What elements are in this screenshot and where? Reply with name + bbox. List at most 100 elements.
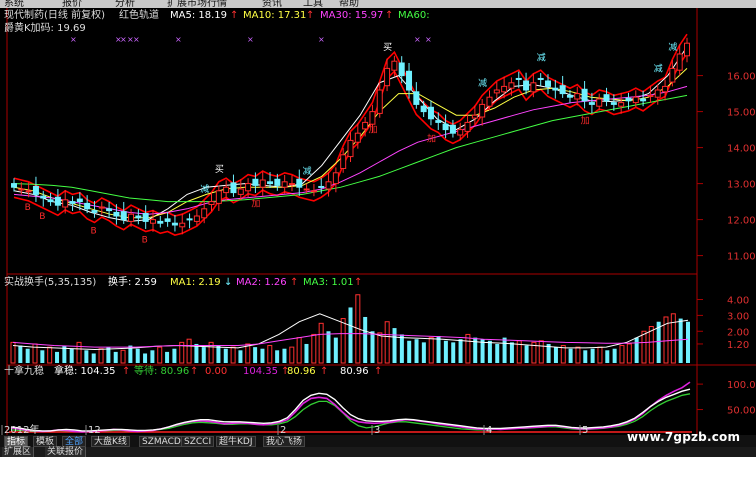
volume-bar <box>524 345 529 363</box>
candle-body <box>369 111 376 125</box>
x-marker-6: × <box>247 35 254 44</box>
signal-marker-stop-3: B <box>142 235 148 245</box>
volume-bar <box>377 332 383 364</box>
candle-body <box>281 181 288 188</box>
candle-body <box>142 212 149 222</box>
signal-marker-add-10: 加 <box>427 134 436 145</box>
menu-item-extended-market[interactable]: 扩展市场行情 <box>167 0 227 8</box>
candle-body <box>501 85 508 93</box>
volume-bar <box>502 337 507 363</box>
candle-body <box>113 211 120 217</box>
menu-bar: 系统 报价 分析 扩展市场行情 资讯 工具 帮助 <box>0 0 756 8</box>
candle-body <box>310 190 317 193</box>
ma10-legend: MA10: 17.31 <box>243 10 306 21</box>
candle-body <box>25 190 32 193</box>
candle-body <box>420 105 427 113</box>
price-tick-label-1: 12.00 <box>727 216 756 227</box>
signal-marker-add-8: 加 <box>368 125 377 136</box>
tab-index-kline[interactable]: 大盘K线 <box>91 436 130 447</box>
volume-bar <box>414 339 419 363</box>
volume-bar <box>670 313 676 364</box>
tab-all[interactable]: 全部 <box>62 436 87 447</box>
candle-body <box>259 179 266 188</box>
candle-body <box>288 183 295 186</box>
tab-indicator[interactable]: 指标 <box>4 436 29 447</box>
volume-bar <box>201 347 206 363</box>
volume-bar <box>253 347 258 363</box>
volume-bar <box>150 350 155 363</box>
volume-bar <box>120 349 126 364</box>
volume-bar <box>260 348 265 363</box>
volume-bar <box>597 346 603 364</box>
tab-extension-area[interactable]: 扩展区 <box>2 447 35 457</box>
volume-bar <box>399 334 404 363</box>
ma10-arrow: ↑ <box>306 10 314 21</box>
bottom-blank <box>0 457 756 487</box>
volume-bar <box>407 340 412 363</box>
tab-super-kdj[interactable]: 超牛KDJ <box>216 436 256 447</box>
watermark: www.7gpzb.com <box>627 430 741 444</box>
volume-bar <box>465 333 471 364</box>
volume-bar <box>282 348 287 363</box>
price-tick-label-5: 16.00 <box>727 72 756 83</box>
candle-body <box>508 82 515 89</box>
menu-item-help[interactable]: 帮助 <box>339 0 359 8</box>
volume-bar <box>421 342 426 363</box>
volume-bar <box>678 318 683 363</box>
candle-body <box>245 183 252 192</box>
ma5-arrow: ↑ <box>230 10 238 21</box>
menu-item-news[interactable]: 资讯 <box>262 0 282 8</box>
stock-chart[interactable]: 现代制药(日线 前复权) 红色轨道 MA5: 18.19 ↑ MA10: 17.… <box>0 8 756 435</box>
tab-related-quotes[interactable]: 关联报价 <box>45 447 87 457</box>
candle-body <box>457 129 464 136</box>
x-marker-9: × <box>425 35 432 44</box>
menu-item-tools[interactable]: 工具 <box>303 0 323 8</box>
candle-body <box>376 89 383 114</box>
menu-item-quotes[interactable]: 报价 <box>62 0 82 8</box>
tab-szmacd[interactable]: SZMACD <box>139 436 184 447</box>
candle-body <box>603 94 610 102</box>
date-label-2: 2 <box>280 425 286 435</box>
volume-bar <box>392 328 397 363</box>
candle-body <box>406 70 413 91</box>
price-tick-label-2: 13.00 <box>727 180 756 191</box>
status-bar: 扩展区 关联报价 <box>0 447 756 457</box>
tab-my-heart-fly[interactable]: 我心飞扬 <box>263 436 306 447</box>
osc-arrow-4: ↑ <box>320 366 328 377</box>
candle-body <box>669 67 676 83</box>
candle-body <box>11 183 17 188</box>
volume-bar <box>18 345 23 363</box>
volume-bar <box>641 330 647 364</box>
signal-marker-add-6: 加 <box>251 198 260 209</box>
candle-body <box>303 188 310 191</box>
osc-zero: 0.00 <box>205 366 227 377</box>
osc-tick-label-0: 50.00 <box>727 406 756 417</box>
osc-value4: 80.96 <box>340 366 369 377</box>
candle-body <box>662 85 669 93</box>
tab-szcci[interactable]: SZCCI <box>181 436 215 447</box>
candle-body <box>252 178 259 186</box>
volume-tick-label-2: 3.00 <box>727 311 749 322</box>
candle-body <box>442 123 449 131</box>
volume-bar <box>495 343 500 363</box>
ma60-legend: MA60: <box>398 10 430 21</box>
volume-bar <box>238 350 243 363</box>
ma1-arrow: ↓ <box>224 277 232 288</box>
volume-bar <box>428 337 434 364</box>
volume-bar <box>509 342 514 363</box>
candle-body <box>332 172 339 185</box>
candle-body <box>486 96 493 107</box>
osc-wait: 等待: 80.96 <box>134 364 189 377</box>
candle-body <box>384 67 391 87</box>
ma2-legend: MA2: 1.26 <box>236 277 287 288</box>
volume-bar <box>311 333 317 364</box>
menu-item-analysis[interactable]: 分析 <box>115 0 135 8</box>
menu-item-system[interactable]: 系统 <box>4 0 24 8</box>
candle-body <box>676 53 683 71</box>
tab-template[interactable]: 模板 <box>33 436 58 447</box>
candle-body <box>18 188 25 191</box>
volume-bar <box>267 345 273 364</box>
date-label-1: 12 <box>88 425 101 435</box>
candle-body <box>596 98 603 107</box>
volume-bar <box>443 340 448 363</box>
